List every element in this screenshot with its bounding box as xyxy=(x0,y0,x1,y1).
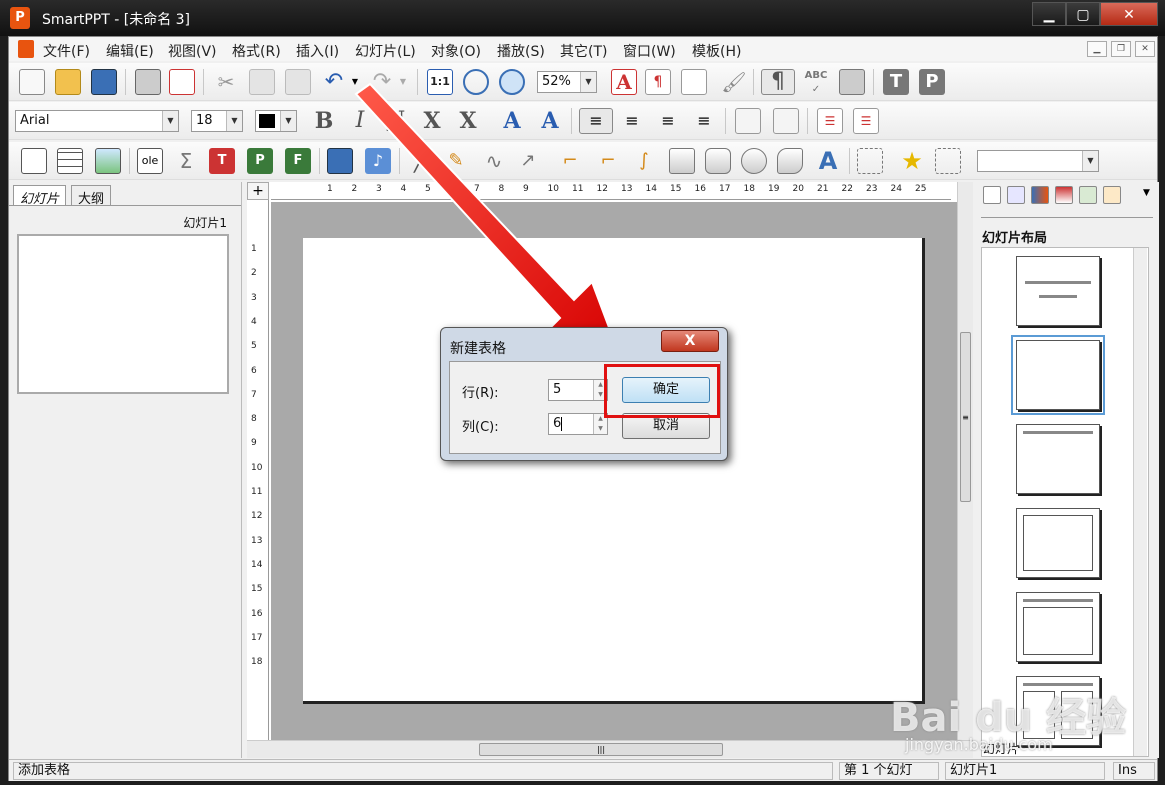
cols-input[interactable]: 6 ▲ ▼ xyxy=(548,413,608,435)
cols-label: 列(C): xyxy=(462,420,499,435)
red-arrow-shape xyxy=(354,82,624,364)
dialog-close-button[interactable]: X xyxy=(661,330,719,352)
dialog-title: 新建表格 xyxy=(450,341,506,357)
watermark-url: jingyan.baidu.com xyxy=(905,735,1053,754)
rows-label: 行(R): xyxy=(462,386,499,401)
rows-input[interactable]: 5 ▲ ▼ xyxy=(548,379,608,401)
ok-button-highlight xyxy=(604,364,720,418)
